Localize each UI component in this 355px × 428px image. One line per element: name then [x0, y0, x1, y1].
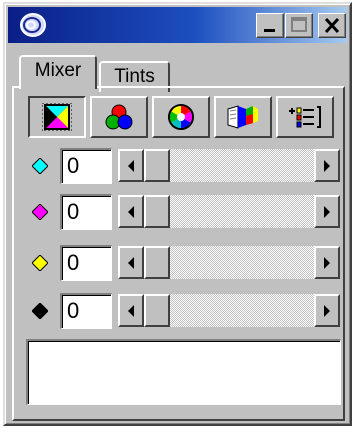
channel-row-magenta: 0	[0, 192, 355, 230]
black-slider-thumb[interactable]	[144, 294, 170, 327]
magenta-value-field[interactable]: 0	[60, 194, 112, 230]
magenta-slider-thumb[interactable]	[144, 195, 170, 228]
cmyk-mode-button[interactable]	[28, 96, 86, 138]
black-scroll-left-button[interactable]	[118, 294, 144, 327]
minimize-icon	[264, 29, 275, 32]
close-button[interactable]	[318, 13, 346, 38]
rgb-mode-button[interactable]	[90, 96, 148, 138]
palette-options-button[interactable]	[276, 96, 334, 138]
color-book-icon	[227, 105, 258, 129]
arrow-right-icon	[324, 304, 330, 317]
palette-options-icon	[289, 106, 321, 128]
arrow-left-icon	[128, 256, 134, 269]
black-diamond-icon	[32, 303, 48, 319]
yellow-scroll-right-button[interactable]	[314, 246, 340, 279]
minimize-button[interactable]	[256, 13, 284, 38]
tab-tints-label: Tints	[114, 66, 155, 87]
arrow-right-icon	[324, 205, 330, 218]
close-icon	[324, 17, 340, 34]
yellow-diamond-icon	[32, 255, 48, 271]
hsb-wheel-icon	[168, 104, 194, 130]
tab-mixer[interactable]: Mixer	[19, 55, 97, 89]
channel-row-black: 0	[0, 291, 355, 329]
arrow-right-icon	[324, 256, 330, 269]
color-preview-swatch	[26, 339, 341, 405]
magenta-diamond-icon	[32, 204, 48, 220]
arrow-left-icon	[128, 304, 134, 317]
cyan-scroll-right-button[interactable]	[314, 149, 340, 182]
maximize-button[interactable]	[285, 13, 313, 38]
magenta-scroll-right-button[interactable]	[314, 195, 340, 228]
arrow-left-icon	[128, 159, 134, 172]
channel-row-yellow: 0	[0, 243, 355, 281]
black-value-field[interactable]: 0	[60, 293, 112, 329]
cyan-slider-thumb[interactable]	[144, 149, 170, 182]
maximize-icon	[291, 17, 307, 32]
arrow-left-icon	[128, 205, 134, 218]
color-book-button[interactable]	[214, 96, 272, 138]
yellow-value-field[interactable]: 0	[60, 245, 112, 281]
arrow-right-icon	[324, 159, 330, 172]
channel-row-cyan: 0	[0, 146, 355, 184]
hsb-wheel-button[interactable]	[152, 96, 210, 138]
cyan-value-field[interactable]: 0	[60, 148, 112, 184]
yellow-slider-thumb[interactable]	[144, 246, 170, 279]
cyan-scroll-left-button[interactable]	[118, 149, 144, 182]
magenta-scroll-left-button[interactable]	[118, 195, 144, 228]
cyan-diamond-icon	[32, 158, 48, 174]
black-scroll-right-button[interactable]	[314, 294, 340, 327]
tab-mixer-label: Mixer	[34, 60, 82, 81]
cmyk-mode-icon	[42, 103, 72, 131]
yellow-scroll-left-button[interactable]	[118, 246, 144, 279]
app-swirl-icon[interactable]	[18, 11, 48, 39]
rgb-mode-icon	[105, 104, 133, 130]
title-bar[interactable]	[8, 7, 347, 43]
